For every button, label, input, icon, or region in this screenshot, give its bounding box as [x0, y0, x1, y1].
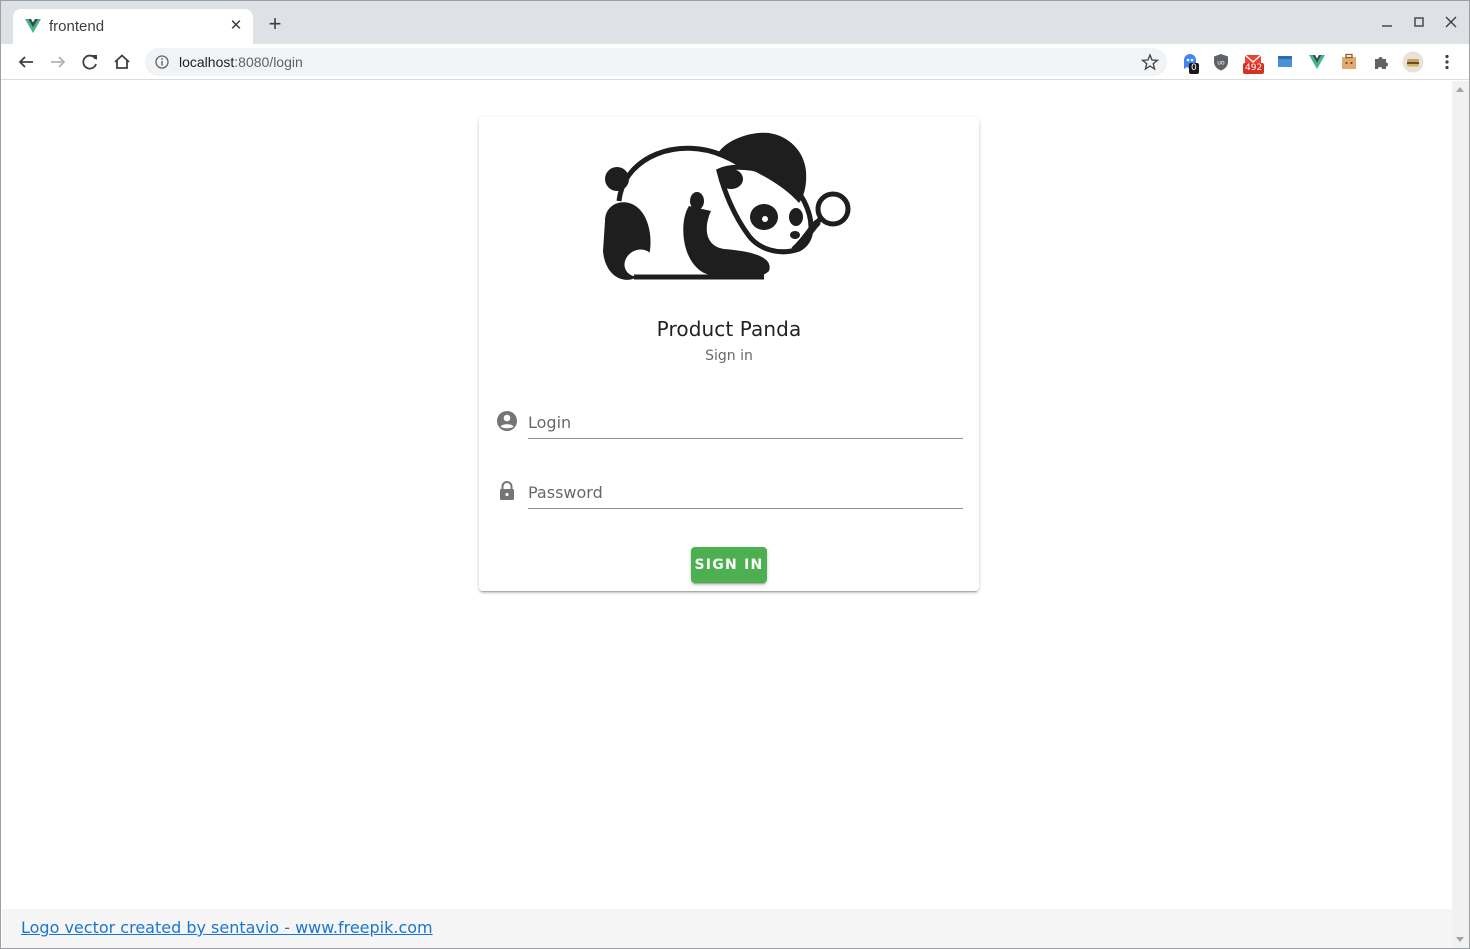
toolbox-icon [1342, 53, 1356, 69]
reload-button[interactable] [77, 49, 103, 75]
scroll-up-arrow-icon[interactable] [1456, 87, 1464, 92]
home-button[interactable] [109, 49, 135, 75]
footer: Logo vector created by sentavio - www.fr… [2, 909, 1452, 948]
scroll-down-arrow-icon[interactable] [1456, 937, 1464, 942]
page-viewport: Product Panda Sign in SIGN IN [2, 81, 1452, 948]
close-tab-icon[interactable]: ✕ [227, 17, 245, 35]
puzzle-icon [1375, 57, 1388, 69]
ext-ublock[interactable]: uo [1211, 52, 1231, 72]
bookmark-star-icon[interactable] [1141, 53, 1159, 71]
svg-text:uo: uo [1217, 60, 1225, 67]
browser-tab[interactable]: frontend ✕ [13, 9, 253, 44]
tab-strip: frontend ✕ + [1, 1, 1469, 44]
panda-logo-icon [603, 132, 851, 280]
ext-ghost[interactable]: 0 [1180, 52, 1200, 74]
browser-toolbar: localhost:8080/login 0 uo 492 [1, 44, 1469, 80]
login-field [495, 399, 963, 449]
ext-toolbox[interactable] [1339, 52, 1359, 72]
ext-window[interactable] [1275, 52, 1295, 72]
vertical-scrollbar[interactable] [1452, 81, 1469, 948]
password-input[interactable] [528, 469, 963, 509]
vue-devtools-icon [1309, 55, 1325, 69]
address-bar[interactable]: localhost:8080/login [145, 48, 1167, 76]
ext-mail-badge: 492 [1243, 63, 1265, 74]
back-button[interactable] [13, 49, 39, 75]
account-circle-icon [497, 411, 517, 431]
maximize-icon[interactable] [1409, 12, 1429, 32]
vue-logo-icon [25, 19, 41, 33]
login-card: Product Panda Sign in SIGN IN [479, 117, 979, 591]
signin-subtitle: Sign in [705, 348, 753, 364]
window-icon [1278, 56, 1292, 67]
close-window-icon[interactable] [1441, 12, 1461, 32]
shield-icon: uo [1214, 54, 1228, 71]
password-field [495, 469, 963, 519]
browser-menu-button[interactable] [1437, 52, 1457, 72]
tab-title: frontend [49, 18, 105, 35]
minimize-icon[interactable] [1377, 12, 1397, 32]
home-icon [114, 54, 130, 69]
ext-ghost-badge: 0 [1189, 63, 1199, 74]
arrow-left-icon [18, 56, 33, 68]
login-input[interactable] [528, 399, 963, 439]
url-host: localhost [179, 54, 235, 70]
info-icon[interactable] [155, 55, 169, 69]
app-title: Product Panda [656, 317, 802, 341]
url-path: :8080/login [234, 54, 303, 70]
ext-puzzle[interactable] [1371, 52, 1391, 72]
avatar-icon [1402, 51, 1424, 73]
kebab-menu-icon [1445, 54, 1449, 70]
sign-in-button[interactable]: SIGN IN [691, 547, 767, 583]
ext-vue-devtools[interactable] [1307, 52, 1327, 72]
arrow-right-icon [51, 56, 66, 68]
new-tab-button[interactable]: + [264, 13, 286, 36]
logo-credit-link[interactable]: Logo vector created by sentavio - www.fr… [21, 918, 433, 937]
browser-window: frontend ✕ + localhost:8080/login 0 uo 4… [0, 0, 1470, 949]
lock-icon [500, 481, 514, 500]
ext-profile[interactable] [1402, 51, 1424, 73]
ext-mail[interactable]: 492 [1243, 52, 1265, 74]
forward-button[interactable] [45, 49, 71, 75]
url-text: localhost:8080/login [179, 54, 303, 70]
reload-icon [82, 54, 97, 70]
